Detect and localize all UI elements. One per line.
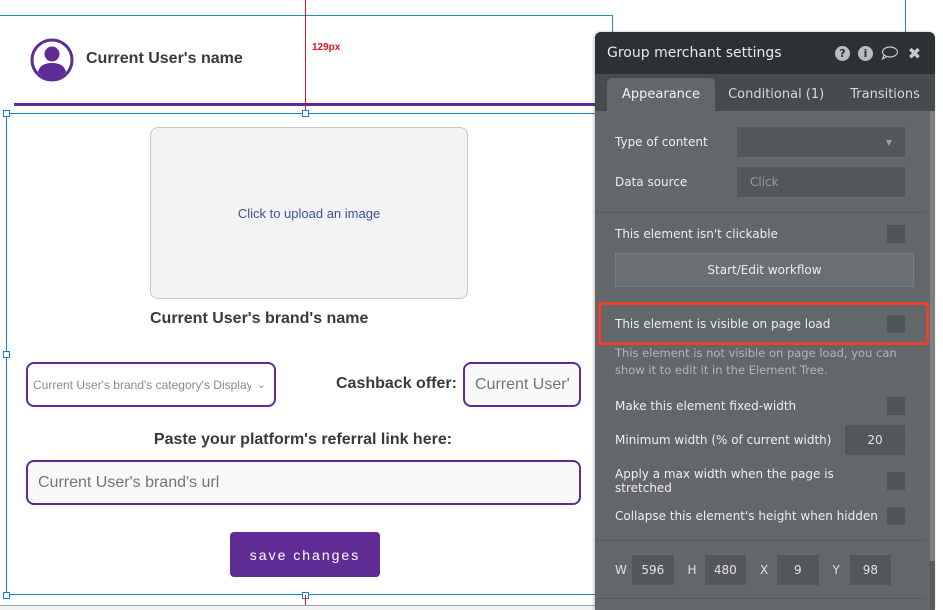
dropdown-arrow-icon: ▼ <box>885 137 892 147</box>
editor-canvas: Current User's name 129px Click to uploa… <box>0 0 943 610</box>
alignment-guide <box>905 0 906 32</box>
cashback-input[interactable] <box>463 362 581 407</box>
panel-tabs: Appearance Conditional (1) Transitions <box>595 74 935 111</box>
property-editor-panel: Group merchant settings ? i ✖ Appearance… <box>595 32 935 610</box>
current-user-name: Current User's name <box>86 50 243 67</box>
max-width-row: Apply a max width when the page is stret… <box>595 467 925 495</box>
brand-url-input[interactable] <box>26 460 581 505</box>
data-source-label: Data source <box>615 175 688 189</box>
panel-header[interactable]: Group merchant settings ? i ✖ <box>595 32 935 74</box>
type-of-content-label: Type of content <box>615 135 708 149</box>
fixed-width-label: Make this element fixed-width <box>615 399 797 413</box>
min-width-label: Minimum width (% of current width) <box>615 433 832 447</box>
tab-appearance[interactable]: Appearance <box>607 78 716 111</box>
section-divider <box>595 540 925 541</box>
close-icon[interactable]: ✖ <box>906 44 923 63</box>
header-divider <box>14 103 604 106</box>
cashback-label: Cashback offer: <box>336 375 457 392</box>
max-width-label: Apply a max width when the page is stret… <box>615 467 834 495</box>
tab-transitions[interactable]: Transitions <box>837 78 933 111</box>
visibility-note: This element is not visible on page load… <box>615 346 897 377</box>
section-divider <box>595 212 925 213</box>
collapse-height-label: Collapse this element's height when hidd… <box>615 509 878 523</box>
upload-prompt: Click to upload an image <box>237 205 381 221</box>
fixed-width-row: Make this element fixed-width <box>595 396 925 416</box>
not-clickable-label: This element isn't clickable <box>615 227 778 241</box>
data-source-field[interactable]: Click <box>737 167 905 197</box>
not-clickable-checkbox[interactable] <box>887 225 905 243</box>
max-width-checkbox[interactable] <box>887 472 905 490</box>
section-divider <box>595 598 925 599</box>
category-dropdown[interactable]: Current User's brand's category's Displa… <box>26 362 276 407</box>
referral-label: Paste your platform's referral link here… <box>153 431 453 448</box>
visible-on-load-label: This element is visible on page load <box>615 317 831 331</box>
resize-handle-bottom-left[interactable] <box>3 592 10 599</box>
y-label: Y <box>832 563 840 577</box>
image-uploader[interactable]: Click to upload an image <box>150 127 468 299</box>
chevron-down-icon: ⌄ <box>256 379 266 391</box>
help-icon[interactable]: ? <box>835 45 850 61</box>
info-icon[interactable]: i <box>858 45 873 61</box>
user-avatar-icon <box>30 38 74 82</box>
page-bottom-edge <box>0 605 600 610</box>
visible-on-load-row: This element is visible on page load <box>595 314 925 334</box>
height-label: H <box>687 563 697 577</box>
height-input[interactable]: 480 <box>704 555 746 585</box>
start-edit-workflow-button[interactable]: Start/Edit workflow <box>615 253 914 287</box>
panel-title: Group merchant settings <box>607 45 782 61</box>
dimensions-row: W 596 H 480 X 9 Y 98 <box>595 554 925 586</box>
width-label: W <box>615 563 627 577</box>
spacing-guide-line <box>305 0 306 113</box>
resize-handle-top-left[interactable] <box>3 110 10 117</box>
not-clickable-row: This element isn't clickable <box>595 224 925 244</box>
width-input[interactable]: 596 <box>632 555 674 585</box>
x-input[interactable]: 9 <box>777 555 819 585</box>
x-label: X <box>760 563 769 577</box>
visible-on-load-checkbox[interactable] <box>887 315 905 333</box>
collapse-height-row: Collapse this element's height when hidd… <box>595 506 925 526</box>
y-input[interactable]: 98 <box>849 555 891 585</box>
comment-icon[interactable] <box>881 45 898 62</box>
tab-conditional[interactable]: Conditional (1) <box>715 78 837 111</box>
fixed-width-checkbox[interactable] <box>887 397 905 415</box>
data-source-placeholder: Click <box>750 175 779 189</box>
save-changes-button[interactable]: save changes <box>230 532 380 577</box>
brand-name-text: Current User's brand's name <box>150 310 369 327</box>
type-of-content-select[interactable]: ▼ <box>737 127 905 157</box>
type-of-content-row: Type of content ▼ <box>595 127 925 157</box>
resize-handle-top[interactable] <box>302 110 309 117</box>
scrollbar-thumb[interactable] <box>930 111 935 561</box>
min-width-row: Minimum width (% of current width) 20 <box>595 425 925 455</box>
resize-handle-left[interactable] <box>3 351 10 358</box>
collapse-height-checkbox[interactable] <box>887 507 905 525</box>
min-width-input[interactable]: 20 <box>845 425 905 455</box>
spacing-indicator: 129px <box>312 42 341 53</box>
category-dropdown-value: Current User's brand's category's Displa… <box>33 377 251 392</box>
data-source-row: Data source Click <box>595 167 925 197</box>
